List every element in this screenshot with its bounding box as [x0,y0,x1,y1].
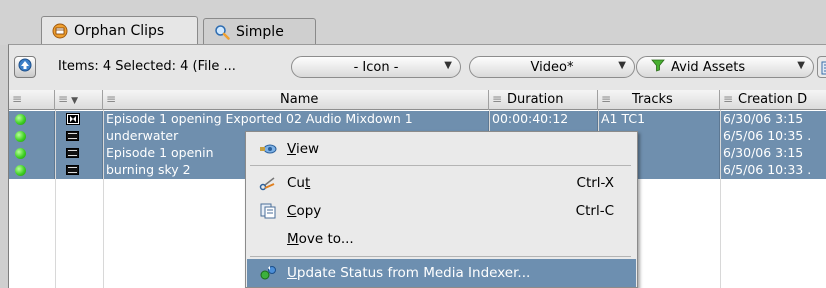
update-status-icon [259,265,277,281]
scissors-icon [259,175,277,191]
column-header-tracks-label: Tracks [632,92,673,107]
online-status-icon [15,148,26,159]
menu-separator [250,165,631,166]
column-menu-icon: ≡ [601,92,612,106]
menu-item-copy[interactable]: Copy Ctrl-C [247,197,636,225]
clip-icon [66,131,79,141]
sequence-icon [66,113,80,128]
row-tracks: A1 TC1 [598,111,720,128]
menu-item-move-to[interactable]: Move to... [247,225,636,253]
row-duration: 00:00:40:12 [489,111,598,128]
list-view-icon [818,61,826,77]
column-menu-icon: ≡ [106,92,117,106]
column-header-name[interactable]: ≡ Name [103,90,489,110]
column-divider [103,110,104,288]
tab-simple[interactable]: Simple [203,18,316,44]
tab-orphan-clips-label: Orphan Clips [74,22,165,39]
video-filter-select-value: Video* [530,59,574,75]
up-level-button[interactable] [14,56,36,78]
dropdown-arrow-icon: ▼ [797,60,805,71]
view-icon [259,141,277,157]
column-divider [55,110,56,288]
row-name: Episode 1 opening Exported 02 Audio Mixd… [103,111,489,128]
column-header-creation-date[interactable]: ≡ Creation D [720,90,826,110]
column-header-status[interactable]: ≡ [9,90,55,110]
row-created: 6/30/06 3:15 [723,111,804,126]
column-header-duration[interactable]: ≡ Duration [489,90,598,110]
menu-separator [250,256,631,257]
menu-item-update-status[interactable]: Update Status from Media Indexer... [247,259,636,287]
column-divider [720,110,721,288]
table-row[interactable]: Episode 1 opening Exported 02 Audio Mixd… [9,111,826,128]
up-arrow-icon [18,58,32,76]
table-header: ≡ ≡ ▼ ≡ Name ≡ Duration ≡ Tracks ≡ Creati… [9,90,826,110]
column-header-tracks[interactable]: ≡ Tracks [598,90,720,110]
menu-item-cut[interactable]: Cut Ctrl-X [247,169,636,197]
clip-icon [66,148,79,158]
row-created: 6/5/06 10:33 . [723,162,812,177]
tab-strip: Orphan Clips Simple [0,0,826,45]
icon-view-select[interactable]: - Icon - ▼ [291,56,461,78]
asset-filter-select[interactable]: Avid Assets ▼ [636,56,814,78]
copy-shortcut: Ctrl-C [575,203,614,219]
online-status-icon [15,114,26,125]
row-created: 6/5/06 10:35 . [723,128,812,143]
column-header-creation-date-label: Creation D [738,92,808,107]
column-menu-icon: ≡ [492,92,503,106]
tab-simple-label: Simple [236,23,284,40]
context-menu: View Cut Ctrl-X Copy Ctrl-C Move to... U… [245,131,638,288]
online-status-icon [15,131,26,142]
icon-view-select-value: - Icon - [353,59,399,75]
orphan-clips-icon [52,23,68,39]
funnel-icon [651,58,665,76]
dropdown-arrow-icon: ▼ [618,60,626,71]
column-menu-icon: ≡ [723,92,734,106]
list-view-button[interactable] [817,56,826,78]
clip-icon [66,165,79,175]
tab-orphan-clips[interactable]: Orphan Clips [41,16,198,44]
online-status-icon [15,165,26,176]
asset-filter-select-value: Avid Assets [671,59,746,75]
magnifier-icon [214,24,230,40]
column-menu-icon: ≡ [58,92,69,106]
column-header-type[interactable]: ≡ ▼ [55,90,103,110]
items-status: Items: 4 Selected: 4 (File ... [58,59,236,74]
sort-caret-icon: ▼ [71,96,78,106]
column-menu-icon: ≡ [12,92,23,106]
cut-shortcut: Ctrl-X [576,175,614,191]
dropdown-arrow-icon: ▼ [444,60,452,71]
video-filter-select[interactable]: Video* ▼ [469,56,635,78]
column-header-duration-label: Duration [507,92,564,107]
row-created: 6/30/06 3:15 [723,145,804,160]
menu-item-view[interactable]: View [247,135,636,163]
bin-toolbar: Items: 4 Selected: 4 (File ... - Icon - … [9,45,826,89]
column-header-name-label: Name [280,92,319,107]
copy-icon [259,203,277,219]
